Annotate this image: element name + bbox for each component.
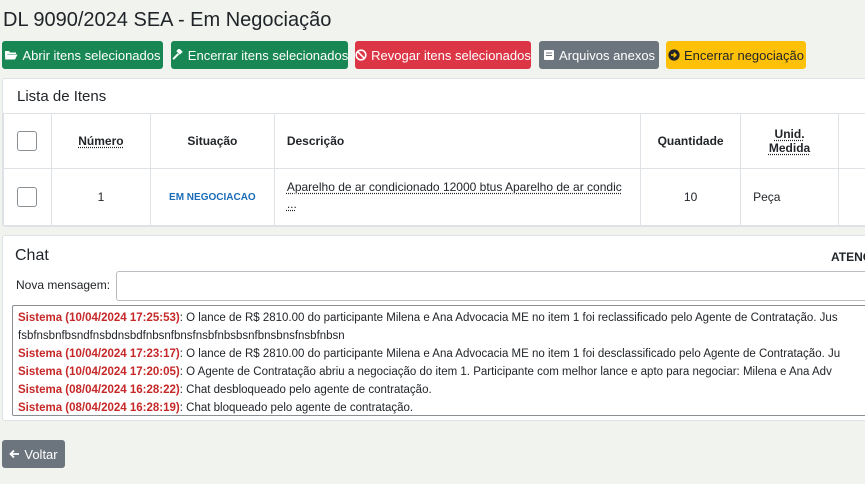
gavel-icon: [171, 49, 184, 62]
arrow-left-icon: [9, 449, 20, 459]
items-card: Lista de Itens Número Situação Descrição…: [2, 78, 865, 227]
message-text: : Chat bloqueado pelo agente de contrata…: [180, 402, 413, 414]
chat-card: Chat ATENÇ Nova mensagem: Sistema (10/04…: [2, 235, 865, 421]
row-extra: [839, 169, 865, 226]
select-all-cell: [4, 114, 52, 169]
chat-message: fsbfnsbnfbsndfnsbdnsbdfnbsnfbnsfnsbfnbsb…: [18, 327, 865, 345]
message-sender: Sistema (08/04/2024 16:28:22): [18, 384, 180, 396]
col-extra: [839, 114, 865, 169]
back-button[interactable]: Voltar: [2, 440, 65, 468]
col-situacao: Situação: [150, 114, 274, 169]
row-unidade: Peça: [741, 169, 839, 226]
chat-attention-label: ATENÇ: [831, 250, 865, 264]
row-status-badge: EM NEGOCIACAO: [150, 169, 274, 226]
attached-files-button[interactable]: Arquivos anexos: [539, 41, 659, 69]
chat-log[interactable]: Sistema (10/04/2024 17:25:53): O lance d…: [12, 305, 865, 416]
col-unidade: Unid. Medida: [741, 114, 839, 169]
row-numero: 1: [51, 169, 150, 226]
items-card-title: Lista de Itens: [17, 88, 106, 105]
message-text: : O lance de R$ 2810.00 do participante …: [180, 312, 838, 324]
message-text: : Chat desbloqueado pelo agente de contr…: [180, 384, 432, 396]
col-descricao: Descrição: [274, 114, 640, 169]
back-label: Voltar: [24, 447, 57, 462]
row-quantidade: 10: [641, 169, 741, 226]
select-all-checkbox[interactable]: [17, 131, 37, 151]
items-table: Número Situação Descrição Quantidade Uni…: [3, 113, 865, 226]
message-sender: Sistema (10/04/2024 17:20:05): [18, 366, 180, 378]
message-sender: Sistema (10/04/2024 17:23:17): [18, 348, 180, 360]
row-descricao: Aparelho de ar condicionado 12000 btus A…: [274, 169, 640, 226]
col-numero[interactable]: Número: [51, 114, 150, 169]
new-message-label: Nova mensagem:: [16, 278, 110, 292]
table-row: 1 EM NEGOCIACAO Aparelho de ar condicion…: [4, 169, 865, 226]
message-sender: Sistema (10/04/2024 17:25:53): [18, 312, 180, 324]
close-items-label: Encerrar itens selecionados: [188, 48, 348, 63]
page-title: DL 9090/2024 SEA - Em Negociação: [3, 9, 331, 32]
revoke-items-label: Revogar itens selecionados: [371, 48, 531, 63]
message-sender: Sistema (08/04/2024 16:28:19): [18, 402, 180, 414]
table-header-row: Número Situação Descrição Quantidade Uni…: [4, 114, 865, 169]
archive-icon: [543, 49, 555, 61]
chat-message: Sistema (08/04/2024 16:28:22): Chat desb…: [18, 381, 865, 399]
message-text: fsbfnsbnfbsndfnsbdnsbdfnbsnfbnsfnsbfnbsb…: [18, 330, 345, 342]
message-text: : O Agente de Contratação abriu a negoci…: [180, 366, 832, 378]
chat-message: Sistema (10/04/2024 17:23:17): O lance d…: [18, 345, 865, 363]
end-negotiation-label: Encerrar negociação: [684, 48, 804, 63]
chat-message: Sistema (10/04/2024 17:25:53): O lance d…: [18, 309, 865, 327]
chat-message: Sistema (10/04/2024 17:20:05): O Agente …: [18, 363, 865, 381]
revoke-items-button[interactable]: Revogar itens selecionados: [355, 41, 531, 69]
ban-icon: [355, 49, 367, 61]
close-items-button[interactable]: Encerrar itens selecionados: [171, 41, 348, 69]
row-checkbox[interactable]: [17, 187, 37, 207]
open-items-label: Abrir itens selecionados: [22, 48, 160, 63]
open-items-button[interactable]: Abrir itens selecionados: [2, 41, 163, 69]
col-quantidade: Quantidade: [641, 114, 741, 169]
description-link[interactable]: Aparelho de ar condicionado 12000 btus A…: [287, 179, 628, 213]
new-message-input[interactable]: [116, 271, 865, 301]
arrow-circle-right-icon: [668, 49, 680, 61]
end-negotiation-button[interactable]: Encerrar negociação: [666, 41, 806, 69]
attached-files-label: Arquivos anexos: [559, 48, 655, 63]
folder-open-icon: [4, 49, 18, 61]
row-select-cell: [4, 169, 52, 226]
message-text: : O lance de R$ 2810.00 do participante …: [180, 348, 840, 360]
chat-title: Chat: [15, 247, 49, 265]
chat-message: Sistema (08/04/2024 16:28:19): Chat bloq…: [18, 399, 865, 416]
